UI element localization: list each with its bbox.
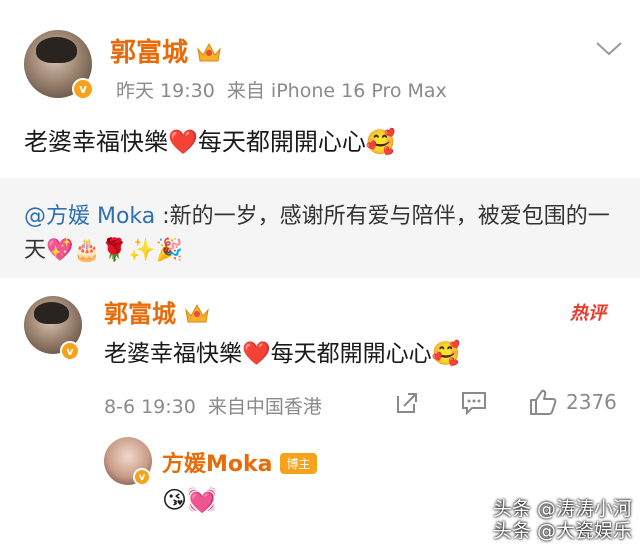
post-source: 来自 iPhone 16 Pro Max — [226, 80, 447, 102]
reply-author-text: 方媛Moka — [162, 452, 273, 477]
comment-button[interactable] — [460, 390, 488, 416]
hot-label: 热评 — [570, 303, 606, 324]
post-text: 老婆幸福快樂❤️每天都開開心心🥰 — [24, 122, 396, 157]
reply-author[interactable]: 方媛Moka 博主 — [162, 446, 317, 478]
divider — [0, 278, 640, 292]
post-time: 昨天 19:30 — [116, 80, 215, 102]
crown-icon — [185, 303, 209, 323]
hot-comment-icon: 热评 — [570, 299, 608, 325]
author-name[interactable]: 郭富城 — [110, 32, 222, 69]
watermark-line1: 头条 @涛涛小河 — [492, 498, 632, 520]
share-button[interactable] — [394, 390, 420, 416]
repost-mention[interactable]: @方媛 Moka — [24, 204, 155, 229]
heart-emoji: ❤️ — [242, 341, 271, 367]
comment-text-part1: 老婆幸福快樂 — [104, 341, 242, 367]
smile-hearts-emoji: 🥰 — [365, 128, 396, 156]
comment-text: 老婆幸福快樂❤️每天都開開心心🥰 — [104, 334, 460, 368]
crown-icon — [197, 42, 221, 62]
like-count: 2376 — [566, 390, 617, 414]
blogger-badge: 博主 — [280, 453, 317, 474]
reply-text: 😘💓 — [162, 486, 217, 514]
watermark: 头条 @涛涛小河 头条 @大瓷娱乐 — [493, 498, 632, 542]
repost-text: @方媛 Moka :新的一岁，感谢所有爱与陪伴，被爱包围的一天💖🎂🌹✨🎉 — [24, 200, 624, 268]
smile-hearts-emoji: 🥰 — [431, 341, 461, 367]
comment-meta: 8-6 19:30 来自中国香港 — [104, 396, 322, 418]
verified-icon: v — [60, 341, 80, 361]
verified-icon: v — [133, 468, 151, 486]
post-meta: 昨天 19:30 来自 iPhone 16 Pro Max — [116, 76, 447, 103]
comment-text-part2: 每天都開開心心 — [270, 341, 432, 367]
post-text-part2: 每天都開開心心 — [197, 128, 366, 156]
comment-icon — [462, 392, 486, 416]
author-name-text: 郭富城 — [110, 38, 189, 68]
like-icon — [530, 389, 557, 415]
post-text-part1: 老婆幸福快樂 — [24, 128, 168, 156]
watermark-line2: 头条 @大瓷娱乐 — [492, 520, 632, 542]
heart-emoji: ❤️ — [168, 128, 198, 156]
verified-icon: v — [72, 78, 94, 100]
comment-author[interactable]: 郭富城 — [104, 294, 210, 329]
comment-author-text: 郭富城 — [104, 300, 176, 328]
chevron-down-icon[interactable] — [594, 38, 624, 60]
like-button[interactable]: 2376 — [528, 388, 617, 416]
share-icon — [397, 393, 417, 413]
